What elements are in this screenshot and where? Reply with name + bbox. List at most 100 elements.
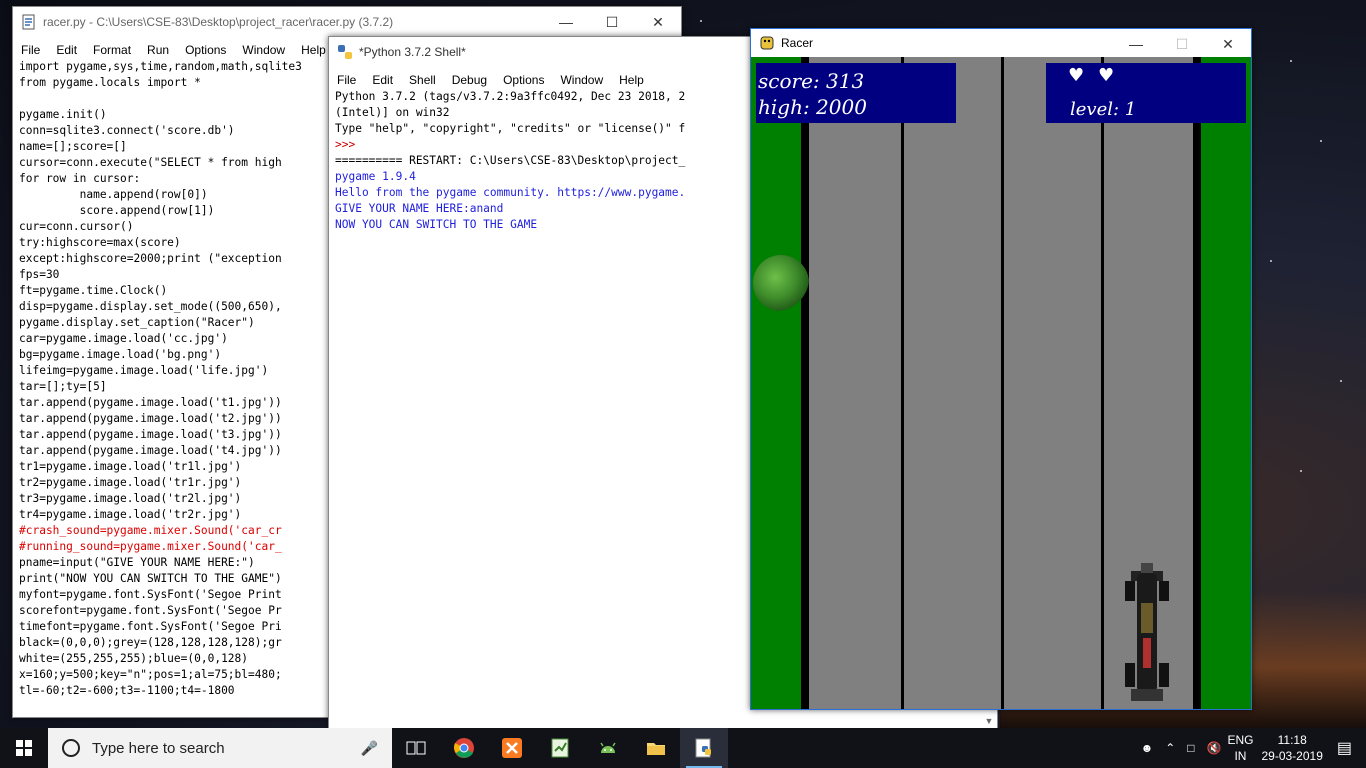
show-hidden-icons-chevron-up-icon[interactable]: ⌃	[1165, 741, 1175, 755]
start-button[interactable]	[0, 728, 48, 768]
shell-menu-window[interactable]: Window	[552, 73, 611, 87]
search-placeholder: Type here to search	[92, 739, 225, 757]
scroll-down-button[interactable]: ▼	[981, 713, 997, 729]
search-box[interactable]: Type here to search 🎤	[48, 728, 392, 768]
file-explorer-icon[interactable]	[632, 728, 680, 768]
lives-level-panel: ♥ ♥ level: 1	[1046, 63, 1246, 123]
game-canvas[interactable]: score: 313 high: 2000 ♥ ♥ level: 1	[751, 57, 1251, 709]
code-line: tar.append(pygame.image.load('t3.jpg'))	[19, 428, 282, 441]
network-icon[interactable]: □	[1187, 741, 1194, 755]
code-line: x=160;y=500;key="n";pos=1;al=75;bl=480;	[19, 668, 282, 681]
score-panel: score: 313 high: 2000	[756, 63, 956, 123]
close-button[interactable]: ✕	[635, 7, 681, 37]
volume-muted-icon[interactable]: 🔇	[1207, 741, 1222, 755]
minimize-button[interactable]: —	[543, 7, 589, 37]
right-grass	[1201, 57, 1251, 709]
code-line: name.append(row[0])	[19, 188, 208, 201]
code-line: tr4=pygame.image.load('tr2r.jpg')	[19, 508, 242, 521]
road-edge-left	[801, 57, 809, 709]
player-race-car	[1125, 563, 1169, 701]
editor-menu-run[interactable]: Run	[139, 43, 177, 57]
code-line: try:highscore=max(score)	[19, 236, 181, 249]
minimize-button[interactable]: —	[1113, 29, 1159, 59]
code-line: tar.append(pygame.image.load('t2.jpg'))	[19, 412, 282, 425]
shell-menu-file[interactable]: File	[329, 73, 364, 87]
editor-menu-window[interactable]: Window	[234, 43, 293, 57]
life-heart-icon: ♥	[1098, 65, 1115, 86]
racer-titlebar[interactable]: Racer — ☐ ✕	[751, 29, 1251, 57]
shell-line: NOW YOU CAN SWITCH TO THE GAME	[335, 218, 538, 231]
input-language-indicator[interactable]: ENG IN	[1227, 732, 1253, 764]
code-line: pname=input("GIVE YOUR NAME HERE:")	[19, 556, 255, 569]
xampp-icon[interactable]	[488, 728, 536, 768]
code-line: timefont=pygame.font.SysFont('Segoe Pri	[19, 620, 282, 633]
time-text: 11:18	[1277, 733, 1307, 747]
code-line: tl=-60;t2=-600;t3=-1100;t4=-1800	[19, 684, 235, 697]
close-button[interactable]: ✕	[1205, 29, 1251, 59]
editor-menu-format[interactable]: Format	[85, 43, 139, 57]
editor-menu-file[interactable]: File	[13, 43, 48, 57]
code-editor-text[interactable]: import pygame,sys,time,random,math,sqlit…	[19, 59, 302, 699]
notepad-icon[interactable]	[536, 728, 584, 768]
shell-menu-edit[interactable]: Edit	[364, 73, 401, 87]
notifications-icon[interactable]: ▤	[1337, 738, 1352, 758]
score-text: score: 313	[758, 69, 865, 93]
python-icon[interactable]	[680, 728, 728, 768]
shell-line: ========== RESTART: C:\Users\CSE-83\Desk…	[335, 154, 686, 167]
shell-menu-shell[interactable]: Shell	[401, 73, 444, 87]
python-icon	[338, 45, 352, 59]
shell-output[interactable]: Python 3.7.2 (tags/v3.7.2:9a3ffc0492, De…	[335, 89, 685, 233]
code-line: from pygame.locals import *	[19, 76, 201, 89]
task-view-icon[interactable]	[392, 728, 440, 768]
code-line: ft=pygame.time.Clock()	[19, 284, 168, 297]
shell-line: >>>	[335, 138, 362, 151]
clock[interactable]: 11:18 29-03-2019	[1261, 732, 1322, 764]
code-line: print("NOW YOU CAN SWITCH TO THE GAME")	[19, 572, 282, 585]
left-grass	[751, 57, 801, 709]
cortana-icon	[62, 739, 80, 757]
code-line: cursor=conn.execute("SELECT * from high	[19, 156, 282, 169]
code-line: white=(255,255,255);blue=(0,0,128)	[19, 652, 249, 665]
code-line: tr3=pygame.image.load('tr2l.jpg')	[19, 492, 242, 505]
shell-line: (Intel)] on win32	[335, 106, 450, 119]
editor-menu-options[interactable]: Options	[177, 43, 234, 57]
maximize-button[interactable]: ☐	[1159, 29, 1205, 59]
editor-title: racer.py - C:\Users\CSE-83\Desktop\proje…	[43, 15, 394, 29]
windows-logo-icon	[16, 740, 32, 756]
life-heart-icon: ♥	[1068, 65, 1085, 86]
code-line: tr2=pygame.image.load('tr1r.jpg')	[19, 476, 242, 489]
shell-line: Hello from the pygame community. https:/…	[335, 186, 686, 199]
code-line: #crash_sound=pygame.mixer.Sound('car_cr	[19, 524, 282, 537]
microphone-icon[interactable]: 🎤	[361, 740, 378, 757]
shell-menu-debug[interactable]: Debug	[444, 73, 495, 87]
taskbar: Type here to search 🎤 ☻ ⌃ □ 🔇 ENG IN 11:…	[0, 728, 1366, 768]
editor-menu-edit[interactable]: Edit	[48, 43, 85, 57]
code-line: fps=30	[19, 268, 60, 281]
code-line: lifeimg=pygame.image.load('life.jpg')	[19, 364, 269, 377]
maximize-button[interactable]: ☐	[589, 7, 635, 37]
racer-window[interactable]: Racer — ☐ ✕ score: 313 high: 2000 ♥ ♥ le…	[750, 28, 1252, 710]
code-line: name=[];score=[]	[19, 140, 127, 153]
shell-menu-help[interactable]: Help	[611, 73, 652, 87]
road-edge-right	[1193, 57, 1201, 709]
shell-title: *Python 3.7.2 Shell*	[359, 45, 466, 59]
people-icon[interactable]: ☻	[1141, 741, 1154, 755]
code-line: #running_sound=pygame.mixer.Sound('car_	[19, 540, 282, 553]
roadside-tree	[753, 255, 809, 311]
code-line: conn=sqlite3.connect('score.db')	[19, 124, 235, 137]
lane-divider	[1101, 57, 1104, 709]
chrome-icon[interactable]	[440, 728, 488, 768]
code-line: tr1=pygame.image.load('tr1l.jpg')	[19, 460, 242, 473]
level-text: level: 1	[1070, 99, 1137, 120]
code-line: scorefont=pygame.font.SysFont('Segoe Pr	[19, 604, 282, 617]
android-studio-icon[interactable]	[584, 728, 632, 768]
code-line: tar.append(pygame.image.load('t4.jpg'))	[19, 444, 282, 457]
shell-line: GIVE YOUR NAME HERE:anand	[335, 202, 504, 215]
shell-menu-options[interactable]: Options	[495, 73, 552, 87]
racer-title: Racer	[781, 36, 814, 50]
editor-titlebar[interactable]: racer.py - C:\Users\CSE-83\Desktop\proje…	[13, 7, 681, 37]
code-line: myfont=pygame.font.SysFont('Segoe Print	[19, 588, 282, 601]
date-text: 29-03-2019	[1261, 749, 1323, 763]
code-line: black=(0,0,0);grey=(128,128,128,128);gr	[19, 636, 282, 649]
